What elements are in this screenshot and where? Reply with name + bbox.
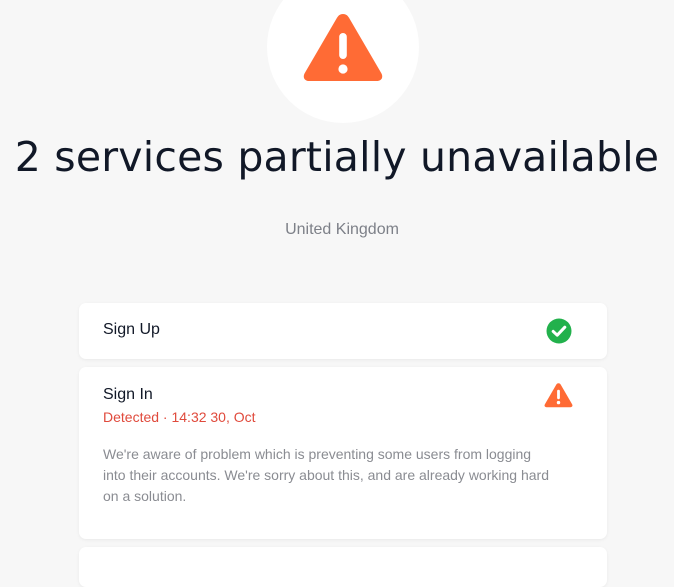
service-name: Sign In (103, 386, 153, 403)
service-name: Sign Up (103, 321, 160, 338)
service-card-sign-in[interactable]: Sign In Detected · 14:32 30, Oct We're a… (79, 367, 607, 539)
service-card-sign-up[interactable]: Sign Up (79, 303, 607, 359)
detected-timestamp: Detected · 14:32 30, Oct (103, 409, 256, 425)
page-title: 2 services partially unavailable (14, 133, 660, 181)
check-circle-icon (546, 318, 572, 344)
warning-triangle-icon (303, 14, 383, 81)
region-label: United Kingdom (285, 221, 399, 238)
incident-description: We're aware of problem which is preventi… (103, 446, 549, 504)
service-card-partial (79, 547, 607, 587)
warning-triangle-icon (544, 383, 573, 408)
